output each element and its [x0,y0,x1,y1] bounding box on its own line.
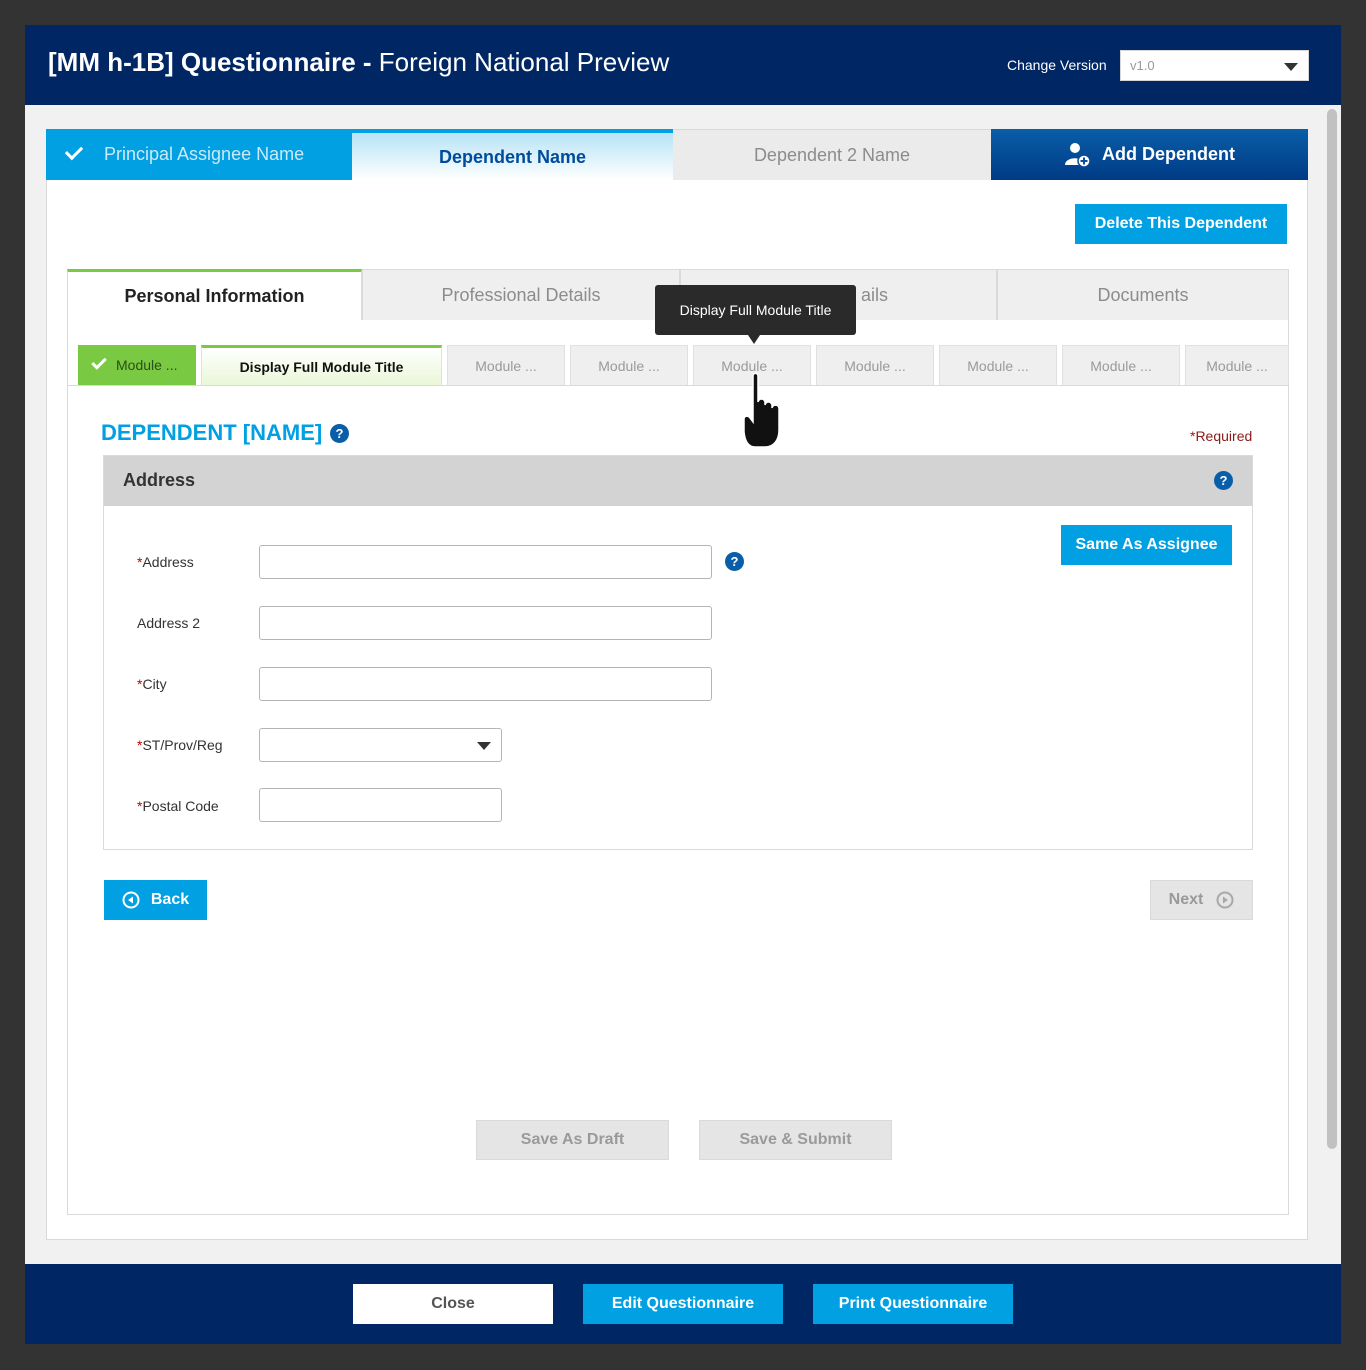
module-tab-7[interactable]: Module ... [939,345,1057,385]
next-arrow-icon [1216,891,1234,909]
tab-dependent[interactable]: Dependent Name [352,129,673,180]
chevron-down-icon [477,742,491,750]
module-tab-3[interactable]: Module ... [447,345,565,385]
same-as-assignee-button[interactable]: Same As Assignee [1061,525,1232,565]
module-tab-8[interactable]: Module ... [1062,345,1180,385]
dependent-tabs: Principal Assignee Name Dependent Name D… [46,129,1308,180]
help-icon[interactable]: ? [1214,471,1233,490]
required-note: *Required [1190,428,1253,444]
module-tab-6[interactable]: Module ... [816,345,934,385]
tab-label: Dependent Name [438,147,587,167]
postal-code-label: *Postal Code [137,798,219,814]
checkmark-icon [64,141,84,161]
tab-label: Personal Information [124,285,305,306]
delete-dependent-button[interactable]: Delete This Dependent [1075,204,1287,244]
panel-header: Address ? [104,456,1252,506]
address-label: *Address [137,554,194,570]
panel-title: Address [123,470,196,490]
back-label: Back [150,891,190,908]
tab-label: Dependent 2 Name [753,144,911,165]
module-label: Module ... [598,357,660,374]
save-and-submit-button[interactable]: Save & Submit [699,1120,892,1160]
module-label: Display Full Module Title [239,358,404,375]
module-tab-4[interactable]: Module ... [570,345,688,385]
city-input[interactable] [259,667,712,701]
module-label: Module ... [1090,357,1152,374]
module-label: Module ... [844,357,906,374]
module-label: Module ... [967,357,1029,374]
address-2-input[interactable] [259,606,712,640]
modal-header: [MM h-1B] Questionnaire - Foreign Nation… [25,25,1341,105]
tab-principal-assignee[interactable]: Principal Assignee Name [46,129,352,180]
help-icon[interactable]: ? [725,552,744,571]
module-tooltip: Display Full Module Title [655,285,856,335]
tooltip-arrow [748,335,760,344]
add-dependent-label: Add Dependent [1102,144,1235,164]
module-label: Module ... [116,357,178,373]
back-button[interactable]: Back [104,880,207,920]
module-label: Module ... [475,357,537,374]
chevron-down-icon [1284,63,1298,71]
add-dependent-button[interactable]: Add Dependent [991,129,1308,180]
section-heading: DEPENDENT [NAME] [101,420,323,445]
module-tab-1[interactable]: Module ... [78,345,196,385]
page-title: [MM h-1B] Questionnaire - Foreign Nation… [48,47,670,77]
tab-label: Professional Details [441,284,601,305]
add-user-icon [1065,142,1091,168]
help-icon[interactable]: ? [330,424,349,443]
vertical-scrollbar[interactable] [1327,109,1337,1149]
module-label: Module ... [1206,357,1268,374]
module-tab-2[interactable]: Display Full Module Title [201,345,442,385]
tab-documents[interactable]: Documents [997,269,1289,320]
back-arrow-icon [122,891,140,909]
change-version-label: Change Version [1007,57,1107,73]
hand-pointer-icon [743,372,780,448]
tab-label: Documents [1097,284,1189,305]
city-label: *City [137,676,167,692]
postal-code-input[interactable] [259,788,502,822]
edit-questionnaire-button[interactable]: Edit Questionnaire [583,1284,783,1324]
state-select[interactable] [259,728,502,762]
save-as-draft-button[interactable]: Save As Draft [476,1120,669,1160]
modal-footer: Close Edit Questionnaire Print Questionn… [25,1264,1341,1344]
print-questionnaire-button[interactable]: Print Questionnaire [813,1284,1013,1324]
version-select[interactable]: v1.0 [1120,50,1309,81]
version-value: v1.0 [1130,58,1155,73]
tab-professional-details[interactable]: Professional Details [362,269,680,320]
tab-personal-information[interactable]: Personal Information [67,269,362,320]
next-button[interactable]: Next [1150,880,1253,920]
address-input[interactable] [259,545,712,579]
module-tab-9[interactable]: Module ... [1185,345,1289,385]
address-2-label: Address 2 [137,615,201,631]
next-label: Next [1168,891,1204,908]
tab-dependent-2[interactable]: Dependent 2 Name [673,129,991,180]
close-button[interactable]: Close [353,1284,553,1324]
state-label: *ST/Prov/Reg [137,737,223,753]
tab-label: Principal Assignee Name [104,144,305,164]
tab-label: ails [860,284,888,305]
checkmark-icon [91,354,107,370]
